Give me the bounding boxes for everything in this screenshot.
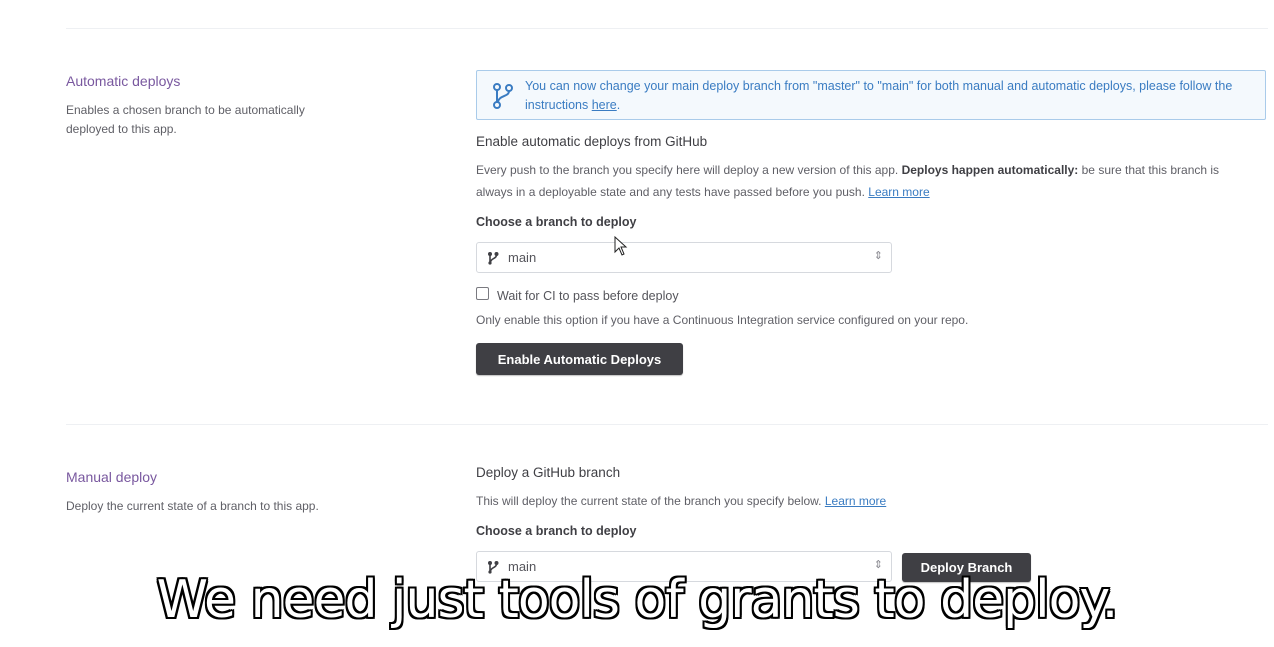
manual-body: This will deploy the current state of th… xyxy=(476,494,825,508)
auto-body-prefix: Every push to the branch you specify her… xyxy=(476,163,902,177)
wait-for-ci-label[interactable]: Wait for CI to pass before deploy xyxy=(497,289,679,303)
manual-deploy-description: Deploy the current state of a branch to … xyxy=(66,499,319,513)
manual-branch-label: Choose a branch to deploy xyxy=(476,524,637,538)
ci-help-text: Only enable this option if you have a Co… xyxy=(476,313,969,327)
enable-auto-deploys-heading: Enable automatic deploys from GitHub xyxy=(476,134,708,149)
video-caption: We need just tools of grants to deploy. xyxy=(156,570,1119,630)
auto-learn-more-link[interactable]: Learn more xyxy=(868,185,929,199)
mouse-cursor-icon xyxy=(614,236,628,256)
automatic-deploys-description: Enables a chosen branch to be automatica… xyxy=(66,103,305,136)
auto-body-bold: Deploys happen automatically: xyxy=(901,163,1079,177)
wait-for-ci-checkbox[interactable] xyxy=(476,287,489,300)
enable-automatic-deploys-button[interactable]: Enable Automatic Deploys xyxy=(476,343,683,375)
notice-here-link[interactable]: here xyxy=(592,98,617,112)
branch-icon xyxy=(488,252,499,265)
deploy-github-branch-heading: Deploy a GitHub branch xyxy=(476,465,621,480)
manual-deploy-explanation: This will deploy the current state of th… xyxy=(476,490,886,512)
automatic-deploys-title: Automatic deploys xyxy=(66,73,181,89)
manual-deploy-title: Manual deploy xyxy=(66,469,158,485)
auto-branch-label: Choose a branch to deploy xyxy=(476,215,637,229)
auto-deploy-explanation: Every push to the branch you specify her… xyxy=(476,159,1256,203)
top-divider xyxy=(66,28,1268,29)
branch-rename-notice: You can now change your main deploy bran… xyxy=(476,70,1266,120)
section-divider xyxy=(66,424,1268,425)
notice-message: You can now change your main deploy bran… xyxy=(525,79,1233,112)
auto-branch-value: main xyxy=(508,250,537,265)
select-chevron-icon: ⇕ xyxy=(873,250,883,262)
notice-text: You can now change your main deploy bran… xyxy=(525,79,1233,112)
manual-learn-more-link[interactable]: Learn more xyxy=(825,494,886,508)
branch-icon xyxy=(493,83,513,109)
auto-branch-select[interactable]: main ⇕ xyxy=(476,242,892,273)
